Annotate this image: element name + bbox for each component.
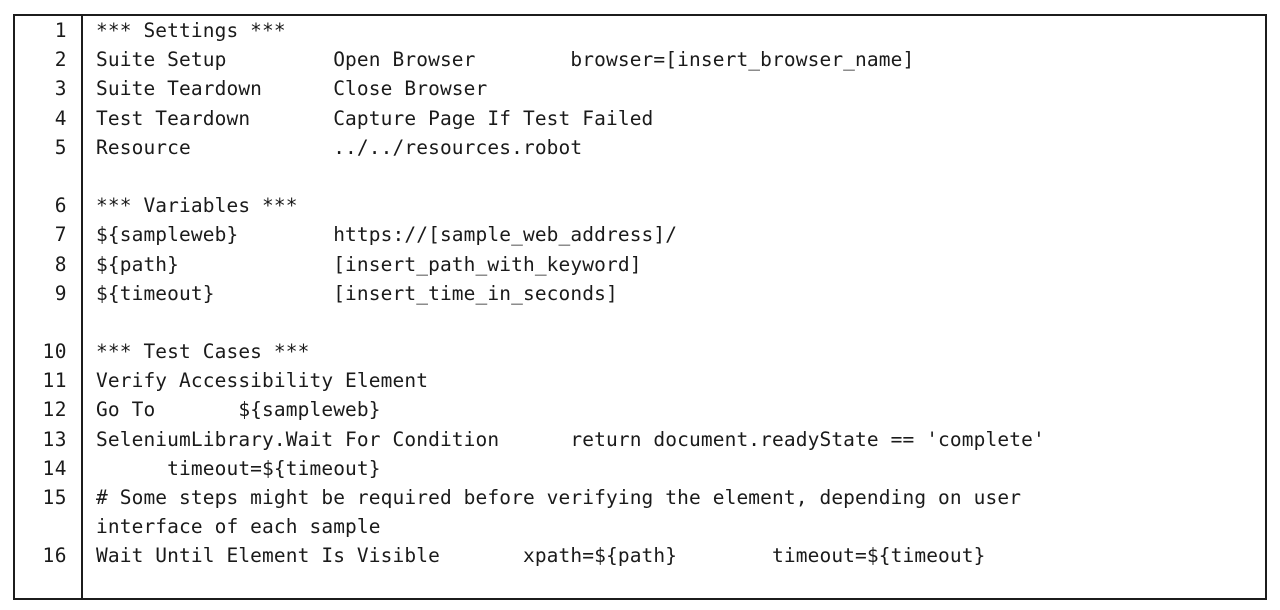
line-text: Suite Setup Open Browser browser=[insert… (96, 45, 914, 74)
line-number: 5 (15, 133, 67, 162)
line-number: 1 (15, 16, 67, 45)
line-text: Go To ${sampleweb} (96, 395, 381, 424)
code-line: 5 Resource ../../resources.robot (15, 133, 1265, 162)
line-number: 16 (15, 541, 67, 570)
line-number: 9 (15, 279, 67, 308)
line-number: 14 (15, 454, 67, 483)
line-text: timeout=${timeout} (96, 454, 381, 483)
code-line: interface of each sample (15, 512, 1265, 541)
code-line: 12 Go To ${sampleweb} (15, 395, 1265, 424)
line-number: 3 (15, 74, 67, 103)
line-number: 2 (15, 45, 67, 74)
code-line: 1 *** Settings *** (15, 16, 1265, 45)
line-text: Wait Until Element Is Visible xpath=${pa… (96, 541, 986, 570)
line-text: Verify Accessibility Element (96, 366, 428, 395)
line-text: ${timeout} [insert_time_in_seconds] (96, 279, 618, 308)
code-line: 6 *** Variables *** (15, 191, 1265, 220)
line-text: Suite Teardown Close Browser (96, 74, 487, 103)
line-text: *** Test Cases *** (96, 337, 309, 366)
line-number: 15 (15, 483, 67, 512)
line-text: # Some steps might be required before ve… (96, 483, 1021, 512)
line-number: 8 (15, 250, 67, 279)
line-number: 12 (15, 395, 67, 424)
code-line: 16 Wait Until Element Is Visible xpath=${… (15, 541, 1265, 570)
line-text: ${sampleweb} https://[sample_web_address… (96, 220, 677, 249)
line-number: 13 (15, 425, 67, 454)
code-line: 8 ${path} [insert_path_with_keyword] (15, 250, 1265, 279)
line-number: 6 (15, 191, 67, 220)
code-line: 9 ${timeout} [insert_time_in_seconds] (15, 279, 1265, 308)
code-rows: 1 *** Settings *** 2 Suite Setup Open Brows… (15, 16, 1265, 571)
code-line: 3 Suite Teardown Close Browser (15, 74, 1265, 103)
code-line: 11 Verify Accessibility Element (15, 366, 1265, 395)
code-line (15, 162, 1265, 191)
line-text: *** Variables *** (96, 191, 298, 220)
code-line: 4 Test Teardown Capture Page If Test Fail… (15, 104, 1265, 133)
line-text: ${path} [insert_path_with_keyword] (96, 250, 642, 279)
line-number: 7 (15, 220, 67, 249)
code-line: 2 Suite Setup Open Browser browser=[inser… (15, 45, 1265, 74)
code-line: 13 SeleniumLibrary.Wait For Condition ret… (15, 425, 1265, 454)
line-text: interface of each sample (96, 512, 381, 541)
code-line (15, 308, 1265, 337)
line-number: 4 (15, 104, 67, 133)
line-text: Test Teardown Capture Page If Test Faile… (96, 104, 653, 133)
line-number: 11 (15, 366, 67, 395)
code-line: 15 # Some steps might be required before … (15, 483, 1265, 512)
code-line: 7 ${sampleweb} https://[sample_web_addres… (15, 220, 1265, 249)
code-listing-frame: 1 *** Settings *** 2 Suite Setup Open Brows… (13, 14, 1267, 600)
code-line: 10 *** Test Cases *** (15, 337, 1265, 366)
line-text: SeleniumLibrary.Wait For Condition retur… (96, 425, 1045, 454)
code-line: 14 timeout=${timeout} (15, 454, 1265, 483)
line-text: *** Settings *** (96, 16, 286, 45)
line-text: Resource ../../resources.robot (96, 133, 582, 162)
line-number: 10 (15, 337, 67, 366)
